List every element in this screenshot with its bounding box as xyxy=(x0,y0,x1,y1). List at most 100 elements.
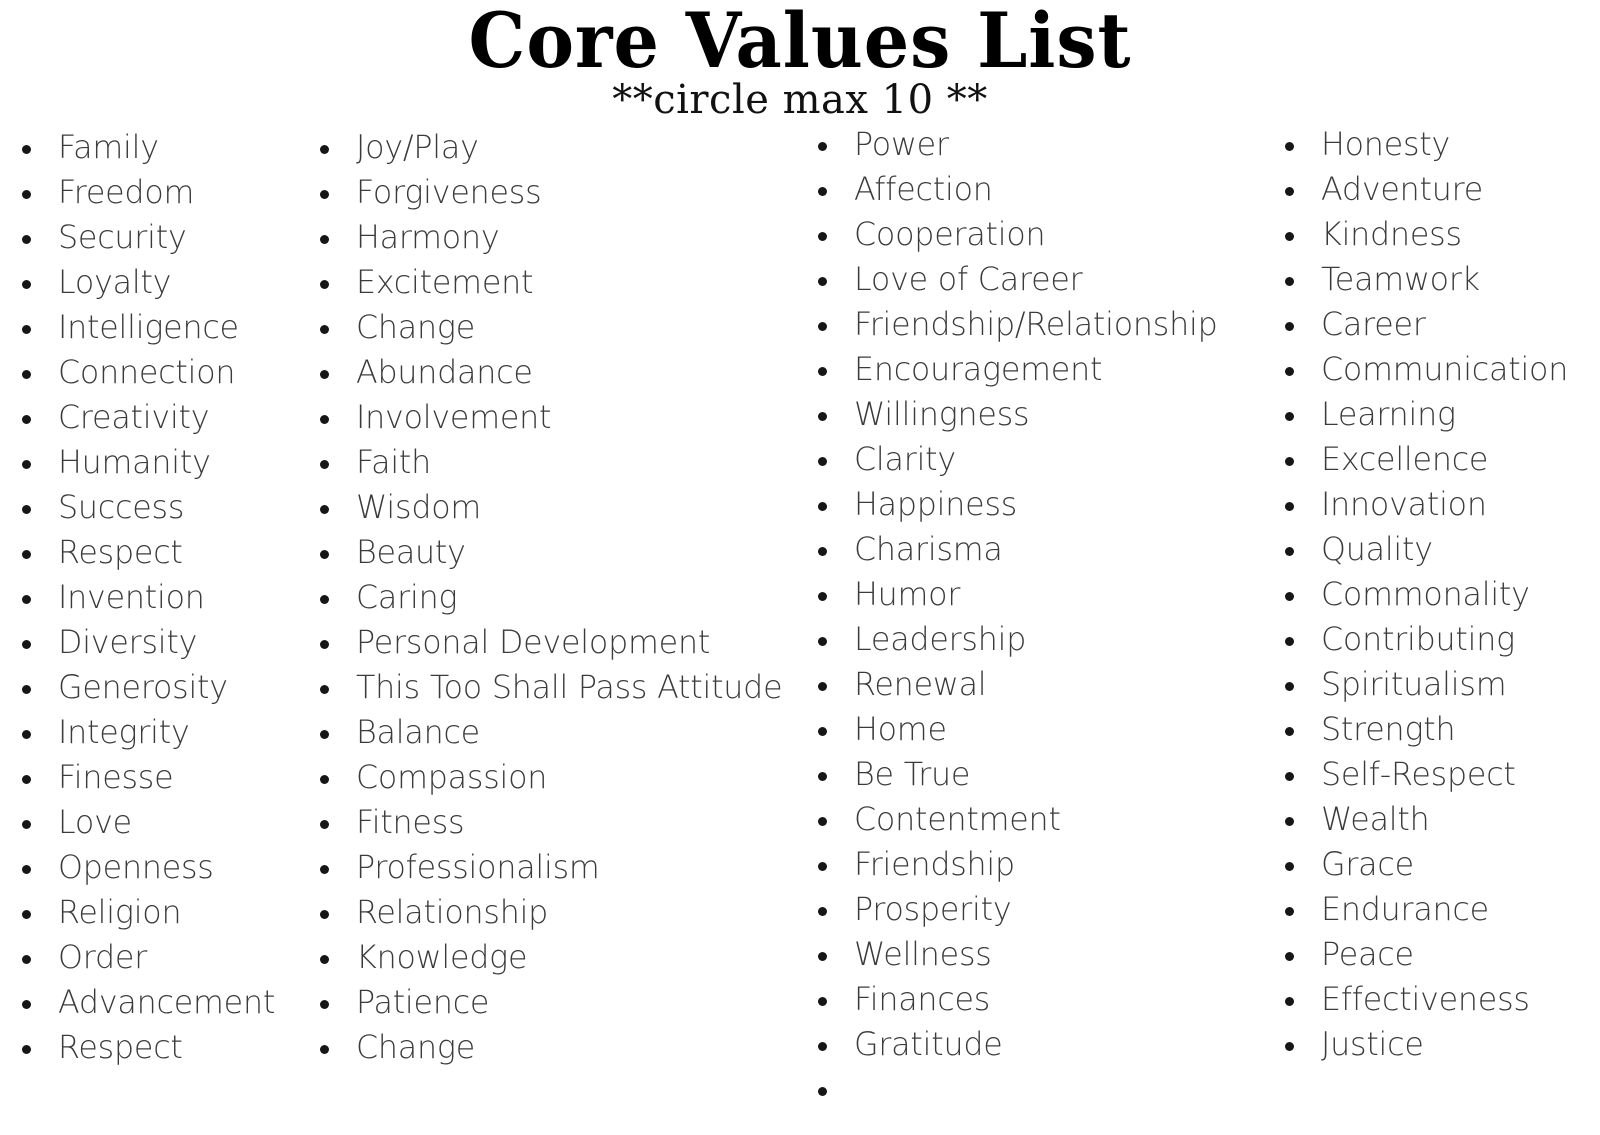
value-list-item[interactable]: Commonality xyxy=(1273,572,1600,617)
value-list-item[interactable]: Respect xyxy=(10,1025,300,1070)
value-list-item[interactable]: Involvement xyxy=(308,395,808,440)
value-label: Willingness xyxy=(854,395,1030,433)
value-list-item[interactable]: Change xyxy=(308,305,808,350)
value-list-item[interactable]: Advancement xyxy=(10,980,300,1025)
value-list-item[interactable]: Security xyxy=(10,215,300,260)
value-list-item[interactable]: Affection xyxy=(806,167,1256,212)
value-list-item[interactable]: Willingness xyxy=(806,392,1256,437)
value-list-item[interactable]: Wealth xyxy=(1273,797,1600,842)
value-list-item[interactable]: Communication xyxy=(1273,347,1600,392)
value-list-item[interactable]: Humor xyxy=(806,572,1256,617)
value-list-item[interactable]: Knowledge xyxy=(308,935,808,980)
value-label: Intelligence xyxy=(58,308,239,346)
value-list-item[interactable]: Patience xyxy=(308,980,808,1025)
value-list-item[interactable]: Spiritualism xyxy=(1273,662,1600,707)
value-list-item[interactable]: Friendship/Relationship xyxy=(806,302,1256,347)
value-list-item[interactable]: Love xyxy=(10,800,300,845)
value-list-item[interactable]: Grace xyxy=(1273,842,1600,887)
value-list-item[interactable]: Harmony xyxy=(308,215,808,260)
value-list-item[interactable]: This Too Shall Pass Attitude xyxy=(308,665,808,710)
value-list-item[interactable]: Power xyxy=(806,122,1256,167)
value-label: Leadership xyxy=(854,620,1027,658)
value-list-item[interactable]: Relationship xyxy=(308,890,808,935)
value-list-item[interactable]: Home xyxy=(806,707,1256,752)
value-list-item[interactable]: Success xyxy=(10,485,300,530)
value-list-item[interactable]: Kindness xyxy=(1273,212,1600,257)
value-list-item[interactable]: Change xyxy=(308,1025,808,1070)
value-label: Contributing xyxy=(1321,620,1515,658)
value-list-item[interactable]: Happiness xyxy=(806,482,1256,527)
value-label: Excitement xyxy=(356,263,534,301)
value-list-item[interactable]: Quality xyxy=(1273,527,1600,572)
value-list-item[interactable]: Excitement xyxy=(308,260,808,305)
value-list-item[interactable]: Self-Respect xyxy=(1273,752,1600,797)
value-label: Caring xyxy=(356,578,458,616)
value-list-item[interactable]: Renewal xyxy=(806,662,1256,707)
value-label: Honesty xyxy=(1321,125,1451,163)
value-list-item[interactable]: Loyalty xyxy=(10,260,300,305)
value-list-item[interactable]: Professionalism xyxy=(308,845,808,890)
value-list-item[interactable]: Freedom xyxy=(10,170,300,215)
value-label: Finesse xyxy=(58,758,174,796)
value-list-item[interactable]: Career xyxy=(1273,302,1600,347)
value-list-item[interactable]: Friendship xyxy=(806,842,1256,887)
value-list-item[interactable]: Faith xyxy=(308,440,808,485)
value-list-item[interactable]: Wellness xyxy=(806,932,1256,977)
value-list-item[interactable]: Love of Career xyxy=(806,257,1256,302)
value-list-item[interactable]: Innovation xyxy=(1273,482,1600,527)
value-list-item[interactable]: Adventure xyxy=(1273,167,1600,212)
value-label: Innovation xyxy=(1321,485,1487,523)
value-list-item[interactable]: Humanity xyxy=(10,440,300,485)
value-list-item[interactable]: Order xyxy=(10,935,300,980)
value-list-item[interactable]: Personal Development xyxy=(308,620,808,665)
value-list-item[interactable]: Openness xyxy=(10,845,300,890)
value-list-item[interactable]: Contributing xyxy=(1273,617,1600,662)
value-list-item[interactable]: Finesse xyxy=(10,755,300,800)
value-list-item[interactable]: Balance xyxy=(308,710,808,755)
value-label: Security xyxy=(58,218,187,256)
value-list-item[interactable]: Leadership xyxy=(806,617,1256,662)
value-list-item[interactable]: Forgiveness xyxy=(308,170,808,215)
value-list-item[interactable]: Endurance xyxy=(1273,887,1600,932)
values-list-1: Family Freedom Security Loyalty Intelligence… xyxy=(10,125,300,1070)
value-list-item[interactable]: Respect xyxy=(10,530,300,575)
value-list-item[interactable]: Generosity xyxy=(10,665,300,710)
value-list-item[interactable]: Effectiveness xyxy=(1273,977,1600,1022)
value-list-item[interactable]: Honesty xyxy=(1273,122,1600,167)
value-list-item[interactable]: Contentment xyxy=(806,797,1256,842)
value-list-item[interactable]: Beauty xyxy=(308,530,808,575)
value-label: Creativity xyxy=(58,398,210,436)
value-list-item[interactable]: Learning xyxy=(1273,392,1600,437)
value-list-item[interactable]: Charisma xyxy=(806,527,1256,572)
value-list-item[interactable]: Family xyxy=(10,125,300,170)
value-label: Patience xyxy=(356,983,490,1021)
value-list-item[interactable]: Peace xyxy=(1273,932,1600,977)
value-list-item[interactable]: Excellence xyxy=(1273,437,1600,482)
value-list-item[interactable]: Compassion xyxy=(308,755,808,800)
value-list-item[interactable]: Intelligence xyxy=(10,305,300,350)
value-list-item[interactable]: Integrity xyxy=(10,710,300,755)
value-list-item[interactable]: Wisdom xyxy=(308,485,808,530)
value-label: Finances xyxy=(854,980,991,1018)
value-list-item[interactable]: Caring xyxy=(308,575,808,620)
value-list-item[interactable]: Gratitude xyxy=(806,1022,1256,1067)
value-list-item[interactable]: Cooperation xyxy=(806,212,1256,257)
value-list-item[interactable]: Clarity xyxy=(806,437,1256,482)
values-column-2: Joy/Play Forgiveness Harmony Excitement Chan… xyxy=(308,125,808,1070)
value-list-item[interactable]: Prosperity xyxy=(806,887,1256,932)
value-list-item[interactable]: Fitness xyxy=(308,800,808,845)
value-list-item[interactable]: Strength xyxy=(1273,707,1600,752)
value-list-item[interactable]: Invention xyxy=(10,575,300,620)
value-list-item[interactable]: Teamwork xyxy=(1273,257,1600,302)
value-list-item[interactable]: Diversity xyxy=(10,620,300,665)
value-list-item[interactable]: Finances xyxy=(806,977,1256,1022)
value-list-item[interactable] xyxy=(806,1067,1256,1112)
value-list-item[interactable]: Encouragement xyxy=(806,347,1256,392)
value-list-item[interactable]: Abundance xyxy=(308,350,808,395)
value-list-item[interactable]: Creativity xyxy=(10,395,300,440)
value-list-item[interactable]: Be True xyxy=(806,752,1256,797)
value-list-item[interactable]: Justice xyxy=(1273,1022,1600,1067)
value-list-item[interactable]: Joy/Play xyxy=(308,125,808,170)
value-list-item[interactable]: Connection xyxy=(10,350,300,395)
value-list-item[interactable]: Religion xyxy=(10,890,300,935)
